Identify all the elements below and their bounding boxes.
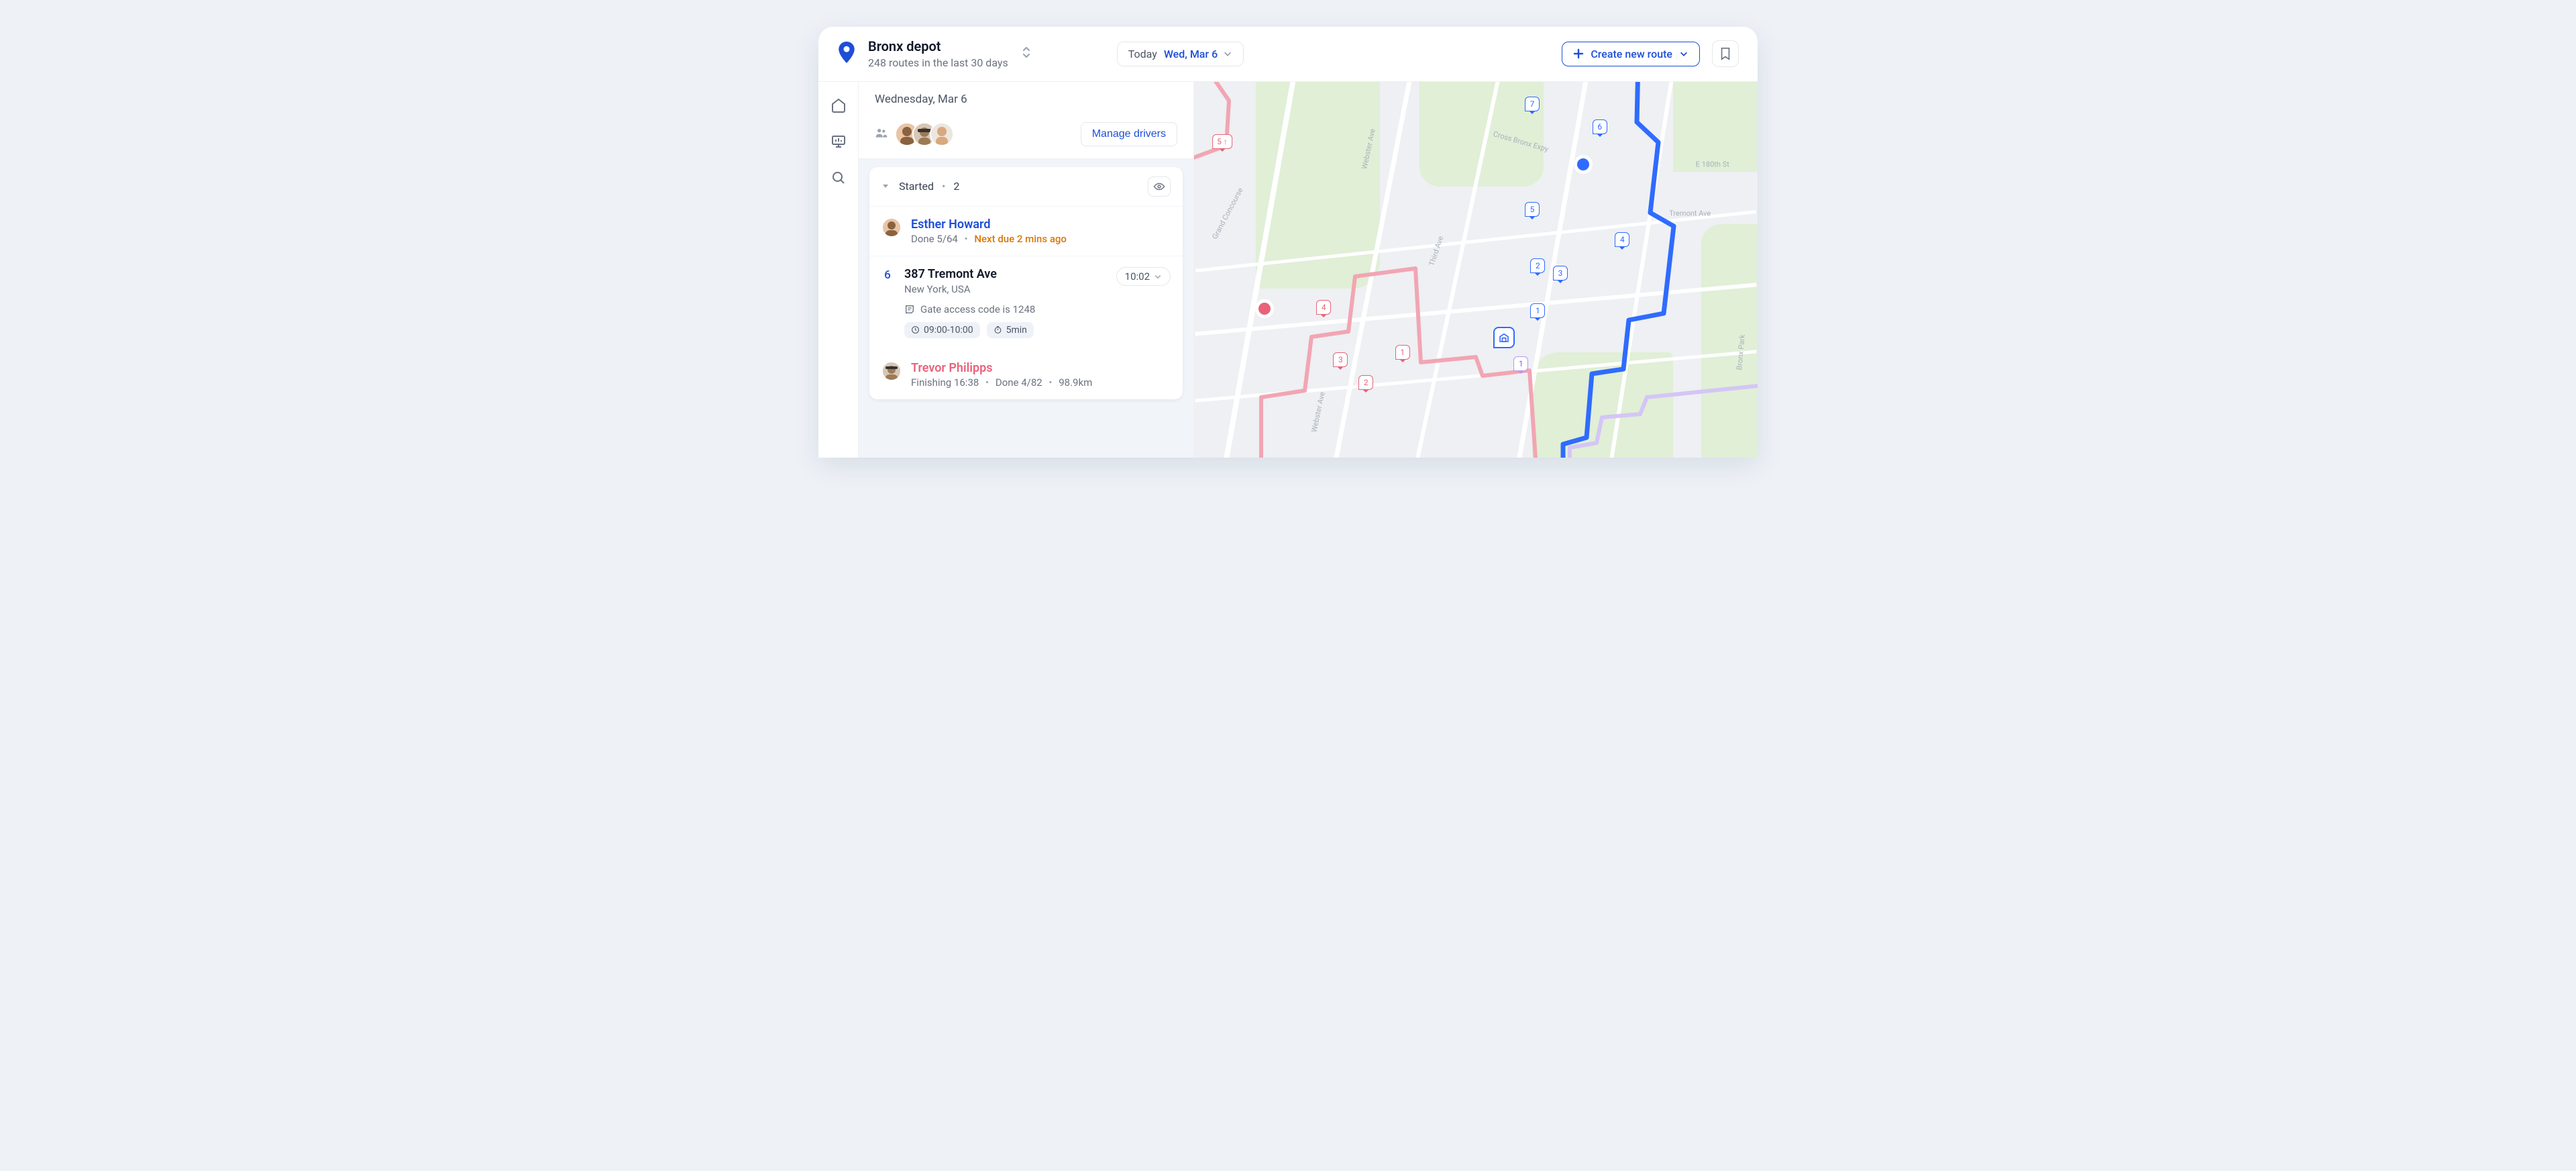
stop-marker[interactable]: 7 <box>1525 97 1540 111</box>
stop-marker[interactable]: 5 <box>1525 202 1540 217</box>
depot-subtitle: 248 routes in the last 30 days <box>868 56 1008 70</box>
plus-icon <box>1573 48 1584 59</box>
stopwatch-icon <box>994 325 1002 334</box>
driver-status-line: Done 5/64 • Next due 2 mins ago <box>911 233 1067 245</box>
manage-drivers-button[interactable]: Manage drivers <box>1081 122 1177 146</box>
status-count: 2 <box>953 180 959 193</box>
next-stop-block[interactable]: 6 387 Tremont Ave New York, USA 10:02 <box>869 256 1183 350</box>
app-window: Bronx depot 248 routes in the last 30 da… <box>818 27 1758 458</box>
stop-eta-dropdown[interactable]: 10:02 <box>1116 267 1171 286</box>
status-label: Started <box>899 180 934 193</box>
clock-icon <box>911 325 920 334</box>
map-view[interactable]: Grand ConcourseWebster AveWebster AveThi… <box>1194 82 1758 458</box>
create-route-button[interactable]: Create new route <box>1562 42 1700 66</box>
avatar <box>881 217 902 238</box>
driver-avatars[interactable] <box>895 122 954 146</box>
header-bar: Bronx depot 248 routes in the last 30 da… <box>818 27 1758 82</box>
eye-icon <box>1153 181 1165 193</box>
nav-search[interactable] <box>830 169 847 187</box>
note-icon <box>904 304 915 315</box>
stop-marker[interactable]: 4 <box>1615 232 1629 247</box>
routes-panel: Wednesday, Mar 6 Manage dr <box>859 82 1194 458</box>
avatar <box>881 361 902 381</box>
stop-marker[interactable]: 1 <box>1395 345 1410 360</box>
caret-down-icon <box>881 180 890 193</box>
updown-chevron-icon <box>1022 45 1031 62</box>
stop-marker[interactable]: 2 <box>1530 258 1545 273</box>
avatar <box>930 122 954 146</box>
stop-city: New York, USA <box>904 283 1106 295</box>
nav-home[interactable] <box>830 97 847 114</box>
nav-reports[interactable] <box>830 133 847 150</box>
driver-name: Esther Howard <box>911 217 1067 232</box>
logo-pin-icon <box>837 42 856 66</box>
stop-marker[interactable]: 5 ↑ <box>1212 134 1232 149</box>
started-routes-card: Started • 2 <box>869 167 1183 399</box>
date-picker[interactable]: Today Wed, Mar 6 <box>1117 42 1244 66</box>
visibility-toggle-button[interactable] <box>1148 176 1171 197</box>
stop-marker[interactable]: 3 <box>1553 266 1568 281</box>
depot-title: Bronx depot <box>868 38 1008 56</box>
chevron-down-icon <box>1679 49 1688 58</box>
date-label-today: Today <box>1128 48 1157 60</box>
driver-block[interactable]: Esther Howard Done 5/64 • Next due 2 min… <box>869 207 1183 256</box>
stop-marker[interactable]: 6 <box>1593 119 1607 134</box>
card-status-header[interactable]: Started • 2 <box>869 167 1183 207</box>
depot-marker[interactable] <box>1493 327 1515 348</box>
drivers-row: Manage drivers <box>859 117 1193 158</box>
routes-list: Started • 2 <box>859 158 1193 458</box>
duration-chip: 5min <box>987 322 1034 338</box>
driver-name: Trevor Philipps <box>911 361 1092 375</box>
vehicle-position[interactable] <box>1577 158 1589 170</box>
driver-status-line: Finishing 16:38 • Done 4/82 • 98.9km <box>911 376 1092 389</box>
chevron-down-icon <box>1223 49 1232 58</box>
presentation-chart-icon <box>830 134 847 150</box>
stop-eta: 10:02 <box>1125 270 1150 283</box>
bookmark-icon <box>1719 47 1731 60</box>
stop-note: Gate access code is 1248 <box>904 303 1171 315</box>
panel-date-title: Wednesday, Mar 6 <box>875 93 1177 106</box>
people-icon <box>875 126 888 142</box>
stop-address: 387 Tremont Ave <box>904 267 1106 281</box>
stop-marker[interactable]: 4 <box>1316 300 1331 315</box>
driver-block[interactable]: Trevor Philipps Finishing 16:38 • Done 4… <box>869 350 1183 399</box>
date-value: Wed, Mar 6 <box>1164 48 1218 60</box>
stop-marker[interactable]: 1 <box>1530 303 1545 318</box>
create-route-label: Create new route <box>1591 48 1672 60</box>
nav-rail <box>818 82 859 458</box>
stop-marker[interactable]: 3 <box>1333 352 1348 367</box>
stop-marker[interactable]: 1 <box>1513 356 1528 371</box>
bookmark-button[interactable] <box>1712 40 1739 67</box>
time-window-chip: 09:00-10:00 <box>904 322 980 338</box>
route-paths <box>1194 82 1758 458</box>
stop-marker[interactable]: 2 <box>1358 375 1373 390</box>
chevron-down-icon <box>1154 272 1162 281</box>
stop-index: 6 <box>881 267 894 282</box>
home-icon <box>830 97 847 113</box>
search-icon <box>830 170 847 186</box>
depot-selector[interactable]: Bronx depot 248 routes in the last 30 da… <box>868 38 1031 70</box>
warehouse-icon <box>1499 332 1509 343</box>
main-body: Wednesday, Mar 6 Manage dr <box>818 82 1758 458</box>
vehicle-position[interactable] <box>1258 303 1271 315</box>
